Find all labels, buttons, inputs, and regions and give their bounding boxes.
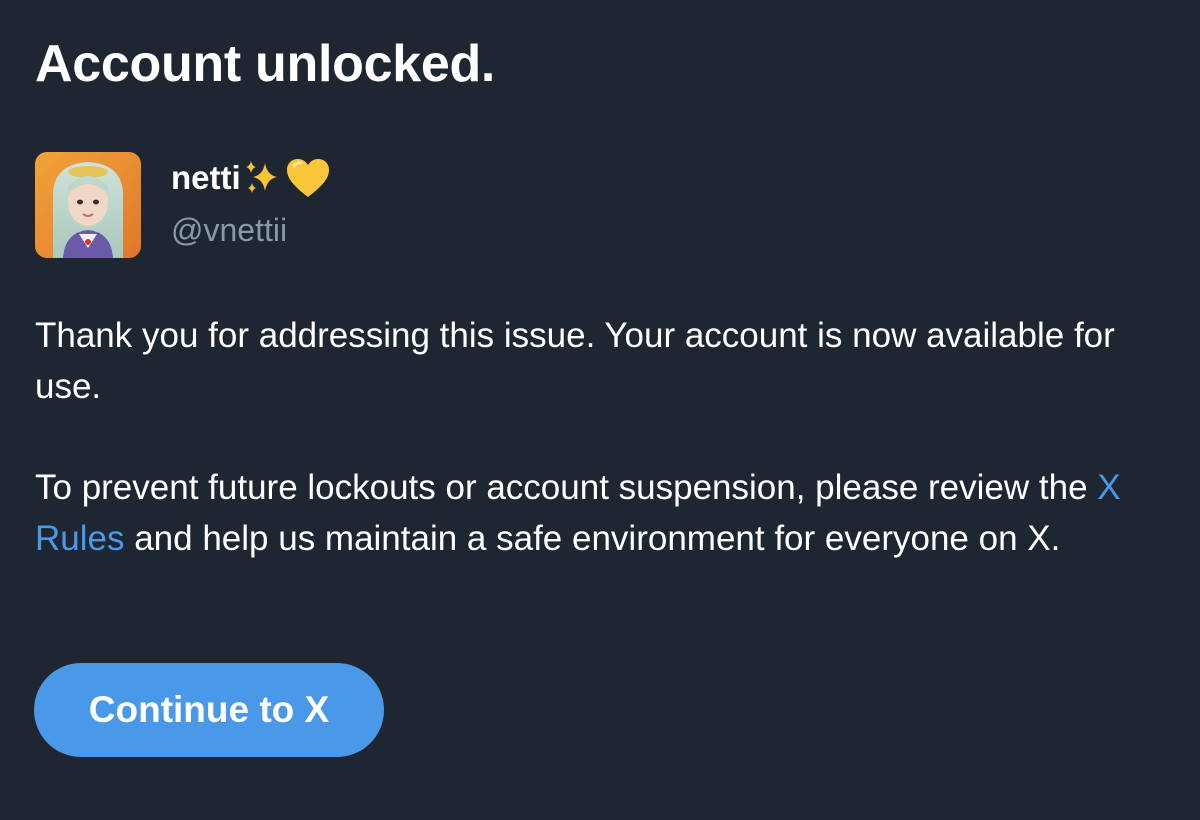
yellow-heart-icon: [285, 157, 331, 199]
message-text-before-link: To prevent future lockouts or account su…: [35, 468, 1098, 507]
page-title: Account unlocked.: [35, 35, 496, 93]
continue-button[interactable]: Continue to X: [34, 663, 384, 757]
display-name: netti: [171, 159, 241, 196]
profile-identity: netti @vnettii: [171, 152, 331, 252]
display-name-row: netti: [171, 156, 331, 200]
account-unlocked-page: Account unlocked. netti @vnettii Thank y…: [0, 0, 1200, 820]
message-paragraph-2: To prevent future lockouts or account su…: [35, 462, 1175, 564]
account-profile: netti @vnettii: [35, 152, 331, 258]
avatar-image: [35, 152, 141, 258]
message-text-after-link: and help us maintain a safe environment …: [124, 519, 1061, 558]
avatar: [35, 152, 141, 258]
message-paragraph-1: Thank you for addressing this issue. You…: [35, 316, 1115, 406]
account-handle: @vnettii: [171, 212, 288, 248]
unlock-message: Thank you for addressing this issue. You…: [35, 310, 1175, 564]
sparkles-icon: [243, 159, 281, 197]
